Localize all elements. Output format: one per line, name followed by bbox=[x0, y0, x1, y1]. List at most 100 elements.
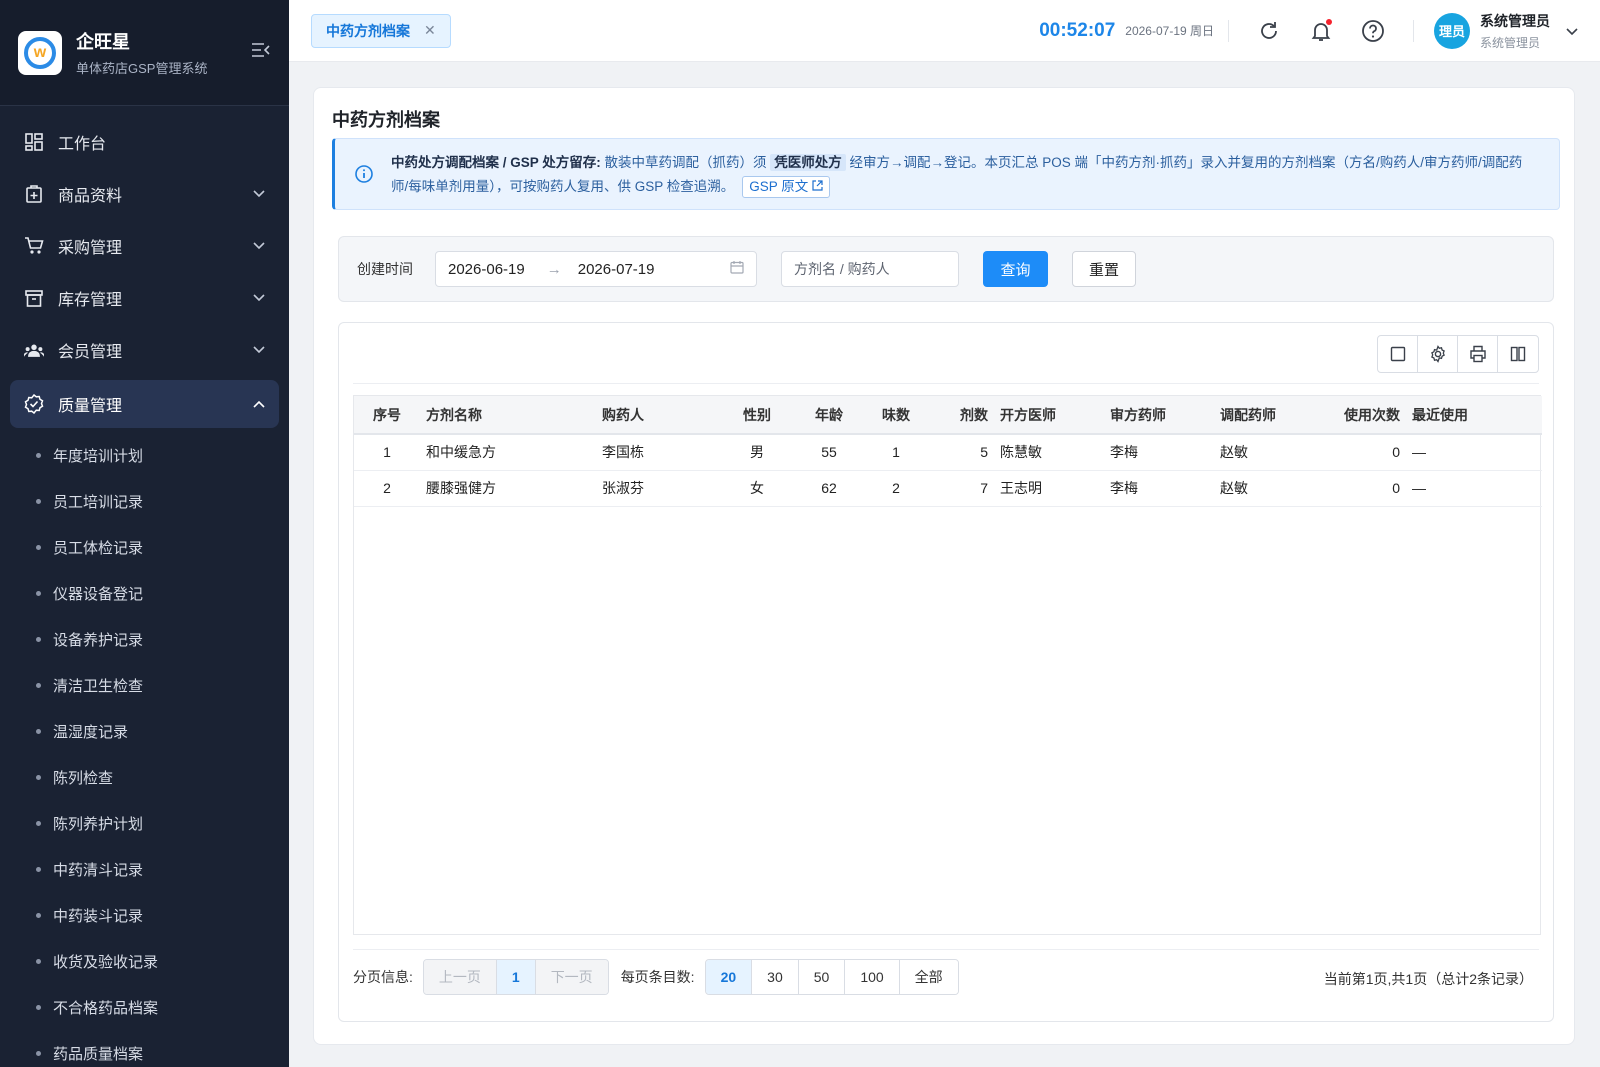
cell-doctor: 陈慧敏 bbox=[994, 434, 1104, 471]
sidebar-subitem[interactable]: 仪器设备登记 bbox=[0, 570, 289, 616]
sidebar-subitem[interactable]: 药品质量档案 bbox=[0, 1030, 289, 1067]
prev-page-button[interactable]: 上一页 bbox=[423, 960, 497, 994]
info-icon bbox=[355, 165, 373, 183]
next-page-button[interactable]: 下一页 bbox=[535, 960, 608, 994]
sidebar-subitem[interactable]: 中药装斗记录 bbox=[0, 892, 289, 938]
sidebar-subitem[interactable]: 收货及验收记录 bbox=[0, 938, 289, 984]
sidebar-subitem[interactable]: 中药清斗记录 bbox=[0, 846, 289, 892]
data-table: 序号 方剂名称 购药人 性别 年龄 味数 剂数 开方医师 审方药师 调配药师 使… bbox=[353, 395, 1542, 935]
help-icon[interactable] bbox=[1361, 19, 1385, 43]
page-number-button[interactable]: 1 bbox=[496, 960, 536, 994]
dashboard-icon bbox=[24, 132, 44, 152]
date-start[interactable]: 2026-06-19 bbox=[448, 261, 525, 278]
sidebar-subitem[interactable]: 员工体检记录 bbox=[0, 524, 289, 570]
column-header[interactable]: 开方医师 bbox=[994, 396, 1104, 435]
column-header[interactable]: 使用次数 bbox=[1334, 396, 1406, 435]
app-logo: w bbox=[18, 30, 62, 75]
sidebar-item-label: 工作台 bbox=[58, 136, 107, 153]
chevron-up-icon bbox=[253, 395, 265, 413]
chevron-down-icon bbox=[253, 237, 265, 255]
date-end[interactable]: 2026-07-19 bbox=[578, 261, 655, 278]
close-icon[interactable]: ✕ bbox=[424, 22, 436, 39]
column-header[interactable]: 性别 bbox=[718, 396, 796, 435]
chevron-down-icon bbox=[253, 341, 265, 359]
cell-age: 55 bbox=[796, 434, 862, 471]
column-header[interactable]: 味数 bbox=[862, 396, 930, 435]
brand-header: w 企旺星 单体药店GSP管理系统 bbox=[0, 0, 289, 106]
column-header[interactable]: 剂数 bbox=[930, 396, 994, 435]
reset-button[interactable]: 重置 bbox=[1072, 251, 1136, 287]
sidebar-subitem[interactable]: 陈列检查 bbox=[0, 754, 289, 800]
pagination: 分页信息: 上一页 1 下一页 每页条目数: 20 30 50 100 全部 bbox=[353, 959, 959, 995]
column-header[interactable]: 序号 bbox=[354, 396, 420, 435]
cart-icon bbox=[24, 236, 44, 256]
fullscreen-icon[interactable] bbox=[1378, 336, 1418, 372]
sidebar-subitem[interactable]: 温湿度记录 bbox=[0, 708, 289, 754]
column-header[interactable]: 调配药师 bbox=[1214, 396, 1334, 435]
sidebar-subitem[interactable]: 设备养护记录 bbox=[0, 616, 289, 662]
menu-collapse-icon[interactable] bbox=[251, 42, 271, 63]
column-header[interactable]: 审方药师 bbox=[1104, 396, 1214, 435]
sidebar-item-members[interactable]: 会员管理 bbox=[0, 324, 289, 376]
tab-herbal-prescription[interactable]: 中药方剂档案 ✕ bbox=[311, 13, 451, 48]
cell-reviewer: 李梅 bbox=[1104, 434, 1214, 471]
cell-dispenser: 赵敏 bbox=[1214, 470, 1334, 507]
column-header[interactable]: 方剂名称 bbox=[420, 396, 596, 435]
sidebar-item-label: 库存管理 bbox=[58, 292, 123, 309]
refresh-icon[interactable] bbox=[1257, 19, 1281, 43]
sidebar-item-goods[interactable]: 商品资料 bbox=[0, 168, 289, 220]
table-toolbar bbox=[1377, 335, 1539, 373]
sidebar-item-purchase[interactable]: 采购管理 bbox=[0, 220, 289, 272]
sidebar-subitem[interactable]: 年度培训计划 bbox=[0, 432, 289, 478]
user-name: 系统管理员 bbox=[1480, 12, 1550, 29]
notice-text: 中药处方调配档案 / GSP 处方留存: 散装中草药调配（抓药）须 凭医师处方 … bbox=[391, 151, 1539, 209]
user-role: 系统管理员 bbox=[1480, 35, 1541, 50]
avatar[interactable]: 理员 bbox=[1434, 12, 1470, 49]
arrow-right-icon: → bbox=[546, 260, 562, 278]
chevron-down-icon[interactable] bbox=[1566, 23, 1578, 39]
sidebar-menu: 工作台 商品资料 采购管理 库存管理 会员管理 质量管理 年度培训计划 员工培训… bbox=[0, 106, 289, 1067]
gear-icon[interactable] bbox=[1418, 336, 1458, 372]
gsp-source-link[interactable]: GSP 原文 bbox=[742, 176, 831, 198]
brand-name: 企旺星 bbox=[76, 32, 130, 52]
date-range-picker[interactable]: 2026-06-19 → 2026-07-19 bbox=[435, 251, 757, 287]
table-row[interactable]: 2 腰膝强健方 张淑芬 女 62 2 7 王志明 李梅 赵敏 0 — bbox=[354, 470, 1542, 507]
search-input[interactable] bbox=[781, 251, 959, 287]
pager-label: 分页信息: bbox=[353, 969, 413, 985]
cell-usage-count: 0 bbox=[1334, 470, 1406, 507]
cell-reviewer: 李梅 bbox=[1104, 470, 1214, 507]
cell-dose-count: 7 bbox=[930, 470, 994, 507]
tab-label: 中药方剂档案 bbox=[326, 22, 410, 39]
page-size-option[interactable]: 全部 bbox=[899, 960, 958, 994]
sidebar-item-dashboard[interactable]: 工作台 bbox=[0, 116, 289, 168]
sidebar-subitem[interactable]: 不合格药品档案 bbox=[0, 984, 289, 1030]
calendar-icon bbox=[730, 260, 744, 278]
cell-prescription-name: 腰膝强健方 bbox=[420, 470, 596, 507]
table-row[interactable]: 1 和中缓急方 李国栋 男 55 1 5 陈慧敏 李梅 赵敏 0 — bbox=[354, 434, 1542, 471]
sidebar-item-inventory[interactable]: 库存管理 bbox=[0, 272, 289, 324]
page-size-option[interactable]: 100 bbox=[845, 960, 900, 994]
cell-herb-count: 2 bbox=[862, 470, 930, 507]
column-header[interactable]: 购药人 bbox=[596, 396, 718, 435]
columns-icon[interactable] bbox=[1498, 336, 1538, 372]
page-size-option[interactable]: 30 bbox=[752, 960, 799, 994]
bell-icon[interactable] bbox=[1309, 18, 1333, 43]
sidebar-item-quality[interactable]: 质量管理 bbox=[10, 380, 279, 428]
topbar: 中药方剂档案 ✕ 00:52:07 2026-07-19 周日 理员 系统管理员… bbox=[289, 0, 1600, 62]
page-size-option[interactable]: 20 bbox=[705, 960, 753, 994]
cell-age: 62 bbox=[796, 470, 862, 507]
pager-info: 当前第1页,共1页（总计2条记录） bbox=[1323, 971, 1533, 987]
cell-doctor: 王志明 bbox=[994, 470, 1104, 507]
print-icon[interactable] bbox=[1458, 336, 1498, 372]
query-button[interactable]: 查询 bbox=[983, 251, 1048, 287]
page-size-option[interactable]: 50 bbox=[798, 960, 846, 994]
sidebar-subitem[interactable]: 陈列养护计划 bbox=[0, 800, 289, 846]
column-header[interactable]: 年龄 bbox=[796, 396, 862, 435]
sidebar-subitem[interactable]: 员工培训记录 bbox=[0, 478, 289, 524]
page-title: 中药方剂档案 bbox=[332, 110, 440, 130]
column-header[interactable]: 最近使用 bbox=[1406, 396, 1542, 435]
sidebar-subitem[interactable]: 清洁卫生检查 bbox=[0, 662, 289, 708]
clock: 00:52:07 bbox=[1039, 19, 1116, 41]
cell-prescription-name: 和中缓急方 bbox=[420, 434, 596, 471]
filter-label: 创建时间 bbox=[357, 261, 413, 277]
